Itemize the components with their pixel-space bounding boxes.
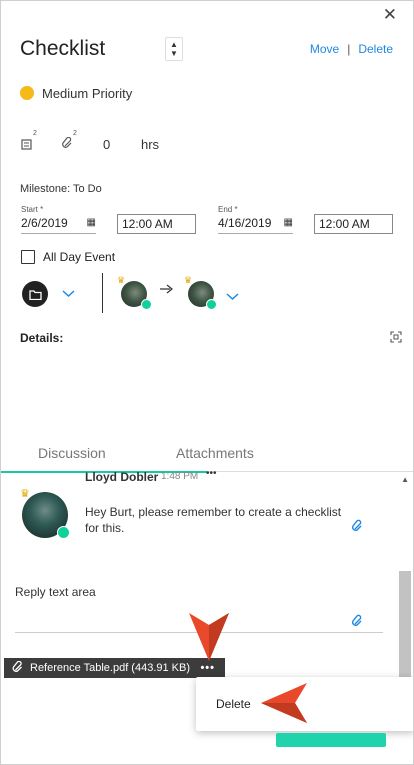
end-date-field[interactable]: 4/16/2019 ▦ [218, 216, 293, 234]
all-day-label[interactable]: All Day Event [43, 250, 115, 264]
start-time-field[interactable]: 12:00 AM [117, 214, 196, 234]
comment-more-icon[interactable]: ••• [206, 468, 217, 479]
calendar-icon[interactable]: ▦ [87, 217, 96, 228]
comment-time: 1:48 PM [161, 471, 199, 482]
attachments-count: 2 [73, 130, 77, 137]
paperclip-icon[interactable] [351, 519, 364, 536]
priority-label[interactable]: Medium Priority [42, 86, 132, 101]
milestone-label[interactable]: Milestone: To Do [20, 183, 102, 195]
end-date-value: 4/16/2019 [218, 216, 272, 230]
online-indicator [206, 299, 217, 310]
menu-item-delete[interactable]: Delete [216, 697, 251, 711]
reply-text-area[interactable]: Reply text area [15, 585, 96, 599]
task-detail-panel: ✕ Checklist ▲ ▼ Move | Delete Medium Prior… [0, 0, 414, 765]
scroll-up-icon[interactable]: ▲ [401, 475, 409, 484]
online-indicator [57, 526, 70, 539]
delete-link[interactable]: Delete [358, 42, 393, 56]
spinner-up-icon[interactable]: ▲ [170, 40, 178, 49]
task-title[interactable]: Checklist [20, 37, 105, 61]
comment-author: Lloyd Dobler [85, 470, 159, 484]
title-spinner[interactable]: ▲ ▼ [165, 37, 183, 61]
notes-count: 2 [33, 130, 37, 137]
notes-icon[interactable]: 2 [21, 130, 37, 153]
end-time-field[interactable]: 12:00 AM [314, 214, 393, 234]
end-label: End * [218, 205, 238, 214]
online-indicator [141, 299, 152, 310]
move-link[interactable]: Move [310, 42, 339, 56]
chevron-down-icon[interactable] [226, 290, 239, 304]
arrow-right-icon [160, 283, 174, 297]
header-actions: Move | Delete [310, 42, 393, 56]
divider [102, 273, 103, 313]
paperclip-icon[interactable] [351, 614, 364, 631]
start-date-value: 2/6/2019 [21, 216, 68, 230]
callout-arrow-left-icon [259, 683, 309, 728]
expand-icon[interactable] [390, 331, 402, 346]
save-button[interactable] [276, 733, 386, 747]
start-date-field[interactable]: 2/6/2019 ▦ [21, 216, 96, 234]
paperclip-icon [12, 660, 24, 676]
tab-attachments[interactable]: Attachments [176, 445, 254, 461]
start-label: Start * [21, 205, 44, 214]
header-separator: | [347, 42, 351, 56]
chevron-down-icon[interactable] [62, 287, 75, 301]
attachment-name: Reference Table.pdf (443.91 KB) [30, 662, 191, 674]
priority-dot[interactable] [20, 86, 34, 100]
folder-icon[interactable] [22, 281, 48, 307]
close-icon[interactable]: ✕ [383, 5, 397, 25]
details-label: Details: [20, 331, 64, 345]
comment-text: Hey Burt, please remember to create a ch… [85, 505, 342, 535]
callout-arrow-down-icon [189, 611, 229, 668]
paperclip-icon[interactable]: 2 [61, 130, 77, 153]
all-day-checkbox[interactable] [21, 250, 35, 264]
hours-unit: hrs [141, 137, 160, 152]
calendar-icon[interactable]: ▦ [284, 217, 293, 228]
tab-discussion[interactable]: Discussion [38, 445, 106, 461]
spinner-down-icon[interactable]: ▼ [170, 49, 178, 58]
hours-value[interactable]: 0 [103, 137, 110, 152]
scrollbar-thumb[interactable] [399, 571, 411, 681]
